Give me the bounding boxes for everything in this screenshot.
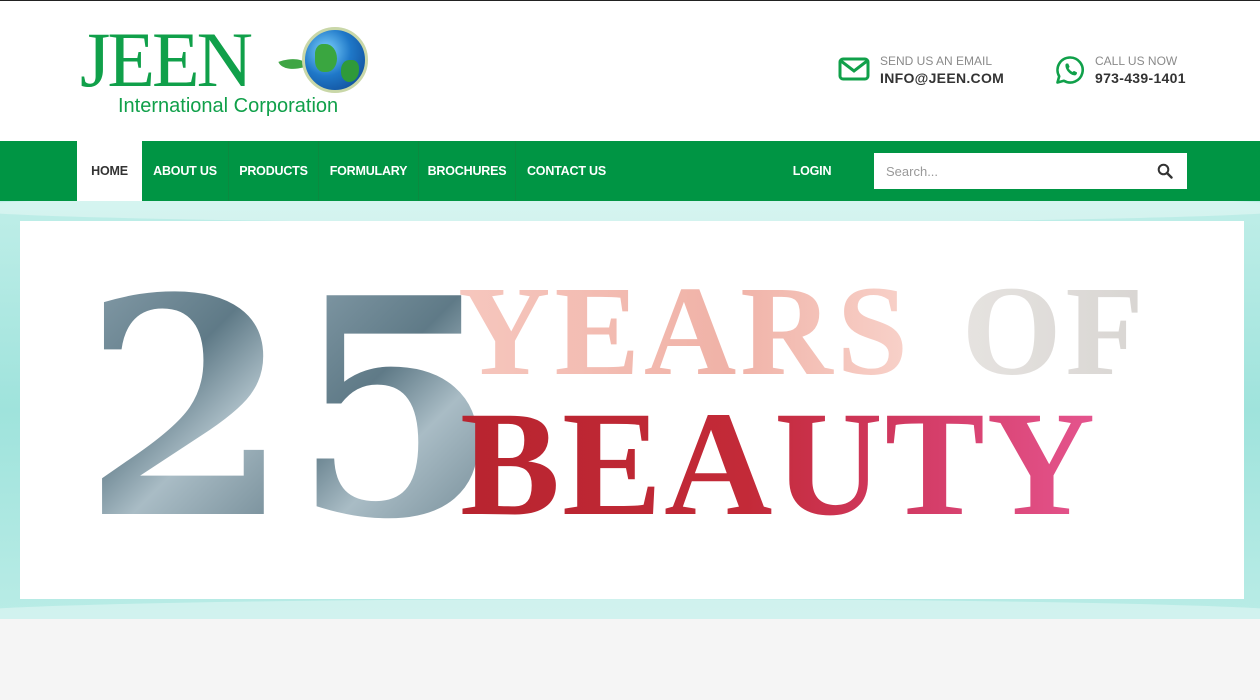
hero-beauty: BEAUTY (460, 381, 1098, 547)
envelope-icon (838, 57, 870, 81)
nav-home[interactable]: HOME (77, 141, 142, 201)
nav-contact-us[interactable]: CONTACT US (515, 141, 617, 201)
hero-line-years-of: YEARS OF (458, 267, 1148, 395)
search-input[interactable] (874, 153, 1144, 189)
logo-wordmark: JEEN (80, 16, 253, 103)
hero-banner-section: 2 5 YEARS OF BEAUTY (0, 201, 1260, 619)
nav-about-us[interactable]: ABOUT US (142, 141, 228, 201)
search-box (874, 153, 1187, 189)
globe-icon (302, 27, 368, 93)
nav-login[interactable]: LOGIN (780, 141, 844, 201)
logo-subtitle: International Corporation (118, 95, 339, 117)
main-nav: HOME ABOUT US PRODUCTS FORMULARY BROCHUR… (0, 141, 1260, 201)
email-address[interactable]: INFO@JEEN.COM (880, 70, 1004, 86)
nav-brochures[interactable]: BROCHURES (418, 141, 515, 201)
phone-number[interactable]: 973-439-1401 (1095, 70, 1186, 86)
phone-label: CALL US NOW (1095, 54, 1178, 68)
whatsapp-icon (1056, 56, 1084, 84)
nav-formulary[interactable]: FORMULARY (318, 141, 418, 201)
page-body (0, 619, 1260, 700)
hero-digit-2: 2 (82, 232, 291, 585)
site-header: JEEN International Corporation SEND US A… (0, 1, 1260, 141)
anniversary-banner[interactable]: 2 5 YEARS OF BEAUTY (20, 221, 1244, 599)
nav-products[interactable]: PRODUCTS (228, 141, 318, 201)
jeen-logo[interactable]: JEEN International Corporation (80, 16, 380, 123)
email-label: SEND US AN EMAIL (880, 54, 993, 68)
search-icon[interactable] (1157, 163, 1173, 179)
